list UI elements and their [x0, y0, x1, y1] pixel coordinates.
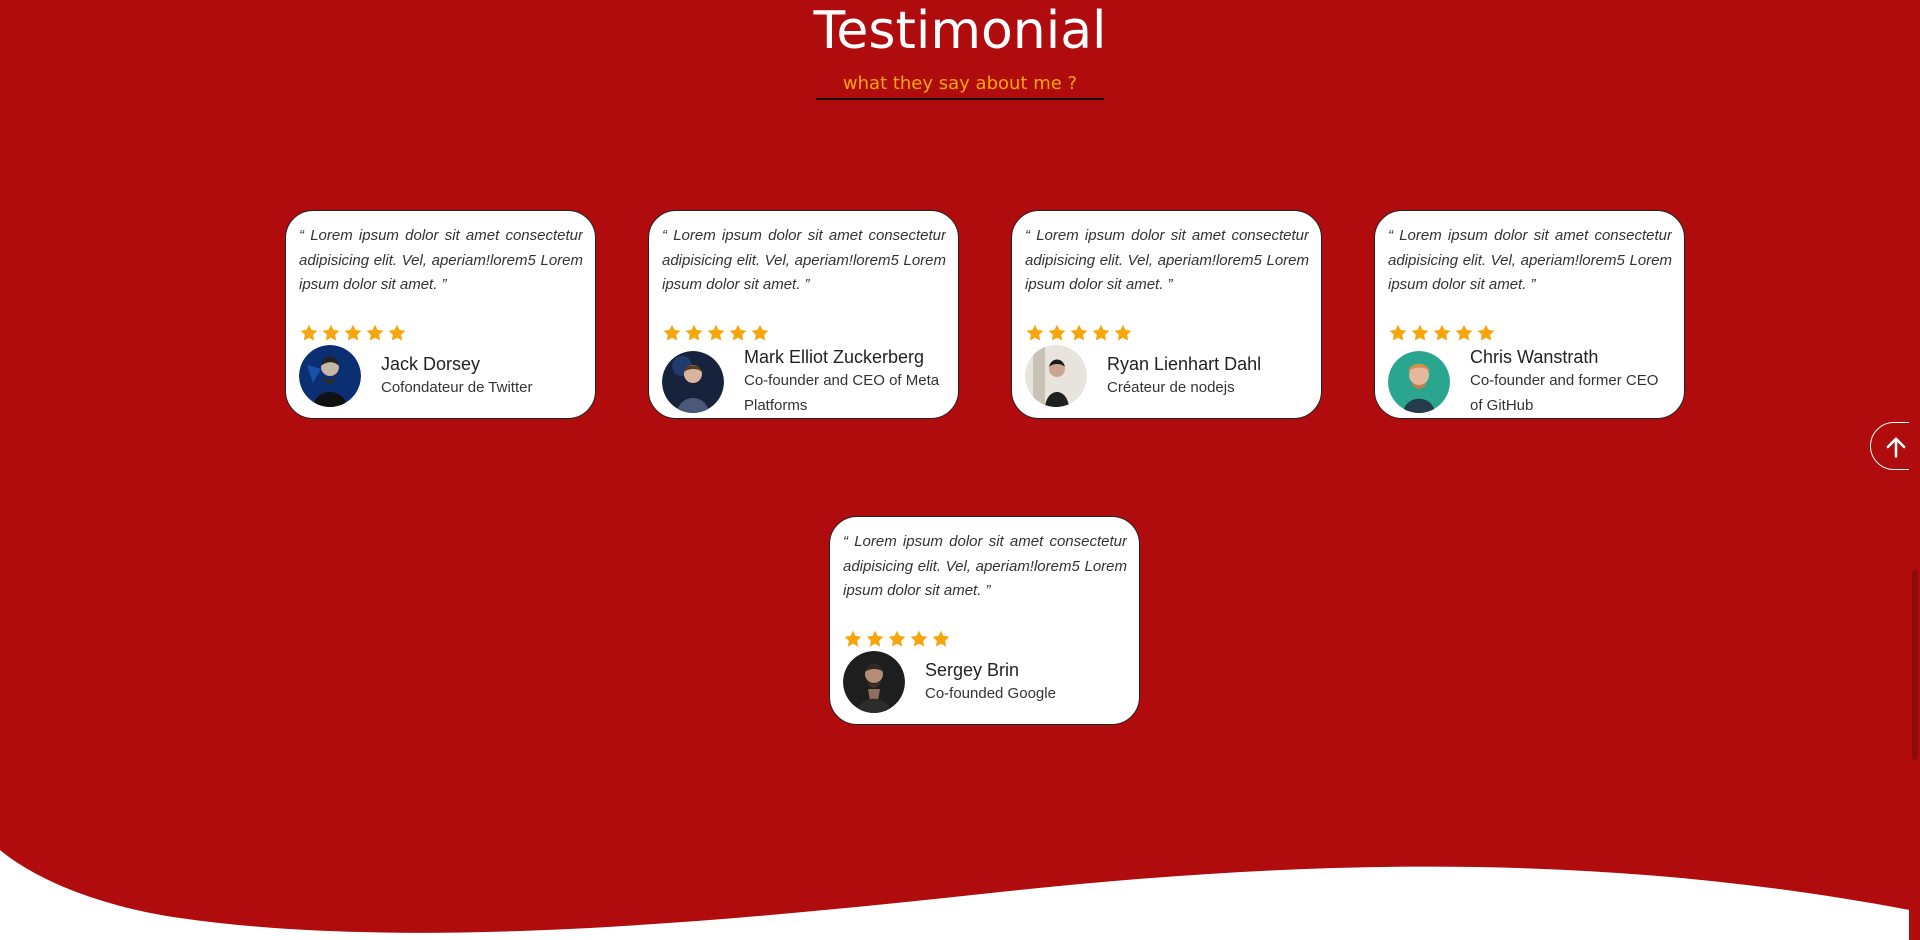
star-icon — [866, 630, 884, 647]
red-wave-background — [0, 0, 1920, 933]
testimonial-quote: “ Lorem ipsum dolor sit amet consectetur… — [1025, 227, 1309, 293]
avatar — [843, 651, 905, 713]
author-name: Ryan Lienhart Dahl — [1107, 353, 1262, 374]
star-icon — [932, 630, 950, 647]
star-icon — [751, 324, 769, 341]
page-title: Testimonial — [813, 1, 1107, 61]
testimonial-quote: “ Lorem ipsum dolor sit amet consectetur… — [662, 227, 946, 293]
avatar — [1388, 350, 1450, 413]
star-icon — [322, 324, 340, 341]
star-icon — [663, 324, 681, 341]
author-info: Mark Elliot Zuckerberg Co-founder and CE… — [744, 345, 946, 418]
star-rating — [843, 628, 1127, 650]
star-icon — [1070, 324, 1088, 341]
star-icon — [366, 324, 384, 341]
testimonial-quote: “ Lorem ipsum dolor sit amet consectetur… — [843, 533, 1127, 599]
testimonial-card: “ Lorem ipsum dolor sit amet consectetur… — [285, 210, 596, 419]
scrollbar-track[interactable] — [1909, 0, 1920, 940]
star-rating — [662, 322, 946, 344]
star-icon — [1048, 324, 1066, 341]
star-icon — [1411, 324, 1429, 341]
star-icon — [1455, 324, 1473, 341]
author-role: Co-founder and former CEO of GitHub — [1470, 372, 1659, 414]
star-icon — [685, 324, 703, 341]
star-icon — [1477, 324, 1495, 341]
testimonial-quote: “ Lorem ipsum dolor sit amet consectetur… — [1388, 227, 1672, 293]
author-role: Co-founded Google — [925, 684, 1056, 702]
testimonial-card: “ Lorem ipsum dolor sit amet consectetur… — [1011, 210, 1322, 419]
star-icon — [388, 324, 406, 341]
star-icon — [300, 324, 318, 341]
testimonial-page: Testimonial what they say about me ? “ L… — [0, 0, 1920, 940]
author: Sergey Brin Co-founded Google — [843, 651, 1127, 713]
author: Ryan Lienhart Dahl Créateur de nodejs — [1025, 345, 1309, 407]
testimonial-card: “ Lorem ipsum dolor sit amet consectetur… — [1374, 210, 1685, 419]
author-role: Créateur de nodejs — [1107, 378, 1235, 396]
author-info: Sergey Brin Co-founded Google — [925, 651, 1056, 713]
author-info: Jack Dorsey Cofondateur de Twitter — [381, 345, 532, 407]
avatar — [662, 350, 724, 413]
star-icon — [844, 630, 862, 647]
star-icon — [1092, 324, 1110, 341]
scrollbar-thumb[interactable] — [1912, 570, 1918, 760]
avatar — [1025, 345, 1087, 407]
avatar — [299, 345, 361, 407]
testimonial-card: “ Lorem ipsum dolor sit amet consectetur… — [648, 210, 959, 419]
star-icon — [344, 324, 362, 341]
author-role: Cofondateur de Twitter — [381, 378, 533, 396]
author-name: Sergey Brin — [925, 659, 1020, 680]
author-info: Ryan Lienhart Dahl Créateur de nodejs — [1107, 345, 1261, 407]
testimonial-quote: “ Lorem ipsum dolor sit amet consectetur… — [299, 227, 583, 293]
star-icon — [707, 324, 725, 341]
star-icon — [1026, 324, 1044, 341]
star-icon — [1389, 324, 1407, 341]
star-icon — [888, 630, 906, 647]
author-role: Co-founder and CEO of Meta Platforms — [744, 372, 940, 414]
author-info: Chris Wanstrath Co-founder and former CE… — [1470, 345, 1672, 418]
star-icon — [910, 630, 928, 647]
author: Mark Elliot Zuckerberg Co-founder and CE… — [662, 345, 946, 418]
star-rating — [1025, 322, 1309, 344]
star-icon — [1114, 324, 1132, 341]
star-rating — [299, 322, 583, 344]
star-icon — [729, 324, 747, 341]
author: Chris Wanstrath Co-founder and former CE… — [1388, 345, 1672, 418]
author: Jack Dorsey Cofondateur de Twitter — [299, 345, 583, 407]
star-rating — [1388, 322, 1672, 344]
author-name: Mark Elliot Zuckerberg — [744, 347, 925, 367]
testimonial-card: “ Lorem ipsum dolor sit amet consectetur… — [829, 516, 1140, 725]
arrow-up-icon — [1886, 437, 1906, 458]
page-subtitle: what they say about me ? — [816, 72, 1104, 100]
author-name: Chris Wanstrath — [1470, 347, 1599, 367]
star-icon — [1433, 324, 1451, 341]
author-name: Jack Dorsey — [381, 353, 481, 374]
